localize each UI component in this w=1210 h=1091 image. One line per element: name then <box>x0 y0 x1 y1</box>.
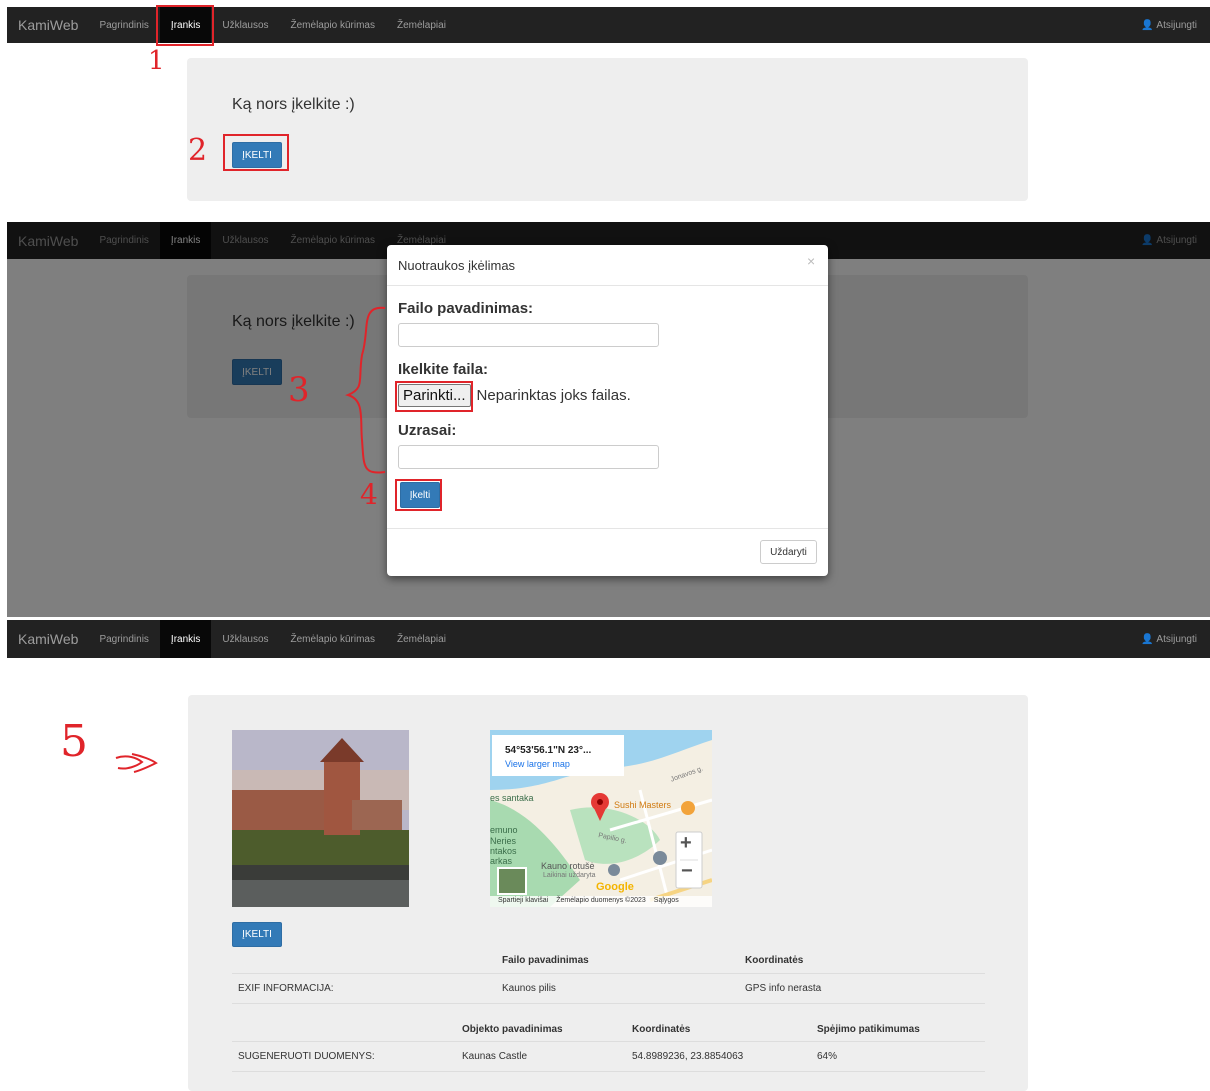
brand-link[interactable]: KamiWeb <box>18 17 78 33</box>
map-label-parkas: arkas <box>490 856 513 866</box>
map-label-closed: Laikinai uždaryta <box>543 872 596 879</box>
map-label-santakos: ntakos <box>490 846 517 856</box>
gen-header-confidence: Spėjimo patikimumas <box>817 1024 920 1035</box>
file-upload-label: Ikelkite faila: <box>398 361 489 378</box>
annotation-number-5: 5 <box>60 716 88 767</box>
gen-object-value: Kaunas Castle <box>462 1051 528 1062</box>
upload-panel: Ką nors įkelkite :) ĮKELTI <box>187 58 1028 201</box>
nav-item-pagrindinis[interactable]: Pagrindinis <box>88 7 159 43</box>
gen-header-object: Objekto pavadinimas <box>462 1024 563 1035</box>
logout-link[interactable]: 👤 Atsijungti <box>1141 20 1197 31</box>
exif-filename-value: Kaunos pilis <box>502 983 556 994</box>
gen-row-label: SUGENERUOTI DUOMENYS: <box>238 1051 375 1062</box>
modal-footer: Uždaryti <box>387 528 828 577</box>
annotation-box-1 <box>156 5 214 46</box>
map-zoom-out-icon[interactable]: − <box>681 860 693 883</box>
modal-title: Nuotraukos įkėlimas <box>398 258 516 273</box>
annotation-box-2 <box>223 134 289 171</box>
gen-header-coords: Koordinatės <box>632 1024 691 1035</box>
annotation-arrow <box>115 753 158 773</box>
annotation-number-4: 4 <box>360 478 378 511</box>
logout-label: Atsijungti <box>1156 633 1197 645</box>
user-icon: 👤 <box>1140 19 1154 31</box>
map-label-nemuno: emuno <box>490 825 518 835</box>
map-label-santaka: es santaka <box>490 793 534 803</box>
logout-link[interactable]: 👤 Atsijungti <box>1141 634 1197 645</box>
file-name-input[interactable] <box>398 323 659 347</box>
gen-coords-value: 54.8989236, 23.8854063 <box>632 1051 744 1062</box>
nav-item-zemelapio-kurimas[interactable]: Žemėlapio kūrimas <box>280 620 386 658</box>
nav-item-uzklausos[interactable]: Užklausos <box>211 7 279 43</box>
map-label-rotuse: Kauno rotušė <box>541 861 595 871</box>
nav-item-pagrindinis[interactable]: Pagrindinis <box>88 620 159 658</box>
file-name-label: Failo pavadinimas: <box>398 300 534 317</box>
exif-row-label: EXIF INFORMACIJA: <box>238 983 334 994</box>
gen-confidence-value: 64% <box>817 1051 838 1062</box>
exif-header-filename: Failo pavadinimas <box>502 955 589 966</box>
user-icon: 👤 <box>1140 633 1154 645</box>
nav-item-irankis[interactable]: Įrankis <box>159 620 212 658</box>
map-footer: Spartieji klavišai Žemėlapio duomenys ©2… <box>498 897 679 904</box>
exif-divider-bottom <box>232 1003 985 1004</box>
modal-header: Nuotraukos įkėlimas × <box>387 245 828 286</box>
map-coords: 54°53'56.1"N 23°... <box>505 745 592 756</box>
annotation-brace-3 <box>344 306 386 474</box>
annotation-number-2: 2 <box>188 133 208 168</box>
annotation-number-3: 3 <box>288 370 310 410</box>
nav-item-uzklausos[interactable]: Užklausos <box>211 620 279 658</box>
exif-divider <box>232 973 985 974</box>
uploaded-photo <box>232 730 409 907</box>
annotation-box-chooser <box>395 381 473 412</box>
modal-close-button[interactable]: Uždaryti <box>760 540 817 564</box>
panel-heading: Ką nors įkelkite :) <box>232 96 355 113</box>
map-zoom-in-icon[interactable]: + <box>680 832 692 855</box>
annotation-number-1: 1 <box>148 46 165 76</box>
map-google-logo: Google <box>596 881 634 893</box>
modal-close-icon[interactable]: × <box>807 253 815 269</box>
map-terms-link[interactable]: Sąlygos <box>654 897 679 904</box>
result-panel: 54°53'56.1"N 23°... View larger map es s… <box>188 695 1028 1091</box>
nav-item-zemelapiai[interactable]: Žemėlapiai <box>386 620 457 658</box>
gen-divider-bottom <box>232 1071 985 1072</box>
brand-link[interactable]: KamiWeb <box>18 631 78 647</box>
no-file-text: Neparinktas joks failas. <box>476 387 631 404</box>
upload-button-result[interactable]: ĮKELTI <box>232 922 282 947</box>
notes-label: Uzrasai: <box>398 422 457 439</box>
map-shortcuts-link[interactable]: Spartieji klavišai <box>498 897 548 904</box>
exif-coords-value: GPS info nerasta <box>745 983 822 994</box>
nav-item-zemelapio-kurimas[interactable]: Žemėlapio kūrimas <box>280 7 386 43</box>
map-label-sushi: Sushi Masters <box>614 800 672 810</box>
map-label-neries: Neries <box>490 836 517 846</box>
map-data-credit: Žemėlapio duomenys ©2023 <box>556 897 646 904</box>
exif-header-coords: Koordinatės <box>745 955 804 966</box>
navbar-result: KamiWeb Pagrindinis Įrankis Užklausos Že… <box>7 620 1210 658</box>
nav-item-zemelapiai[interactable]: Žemėlapiai <box>386 7 457 43</box>
notes-input[interactable] <box>398 445 659 469</box>
annotation-box-4 <box>395 479 442 511</box>
map-larger-link[interactable]: View larger map <box>505 759 570 769</box>
logout-label: Atsijungti <box>1156 19 1197 31</box>
gen-divider <box>232 1041 985 1042</box>
